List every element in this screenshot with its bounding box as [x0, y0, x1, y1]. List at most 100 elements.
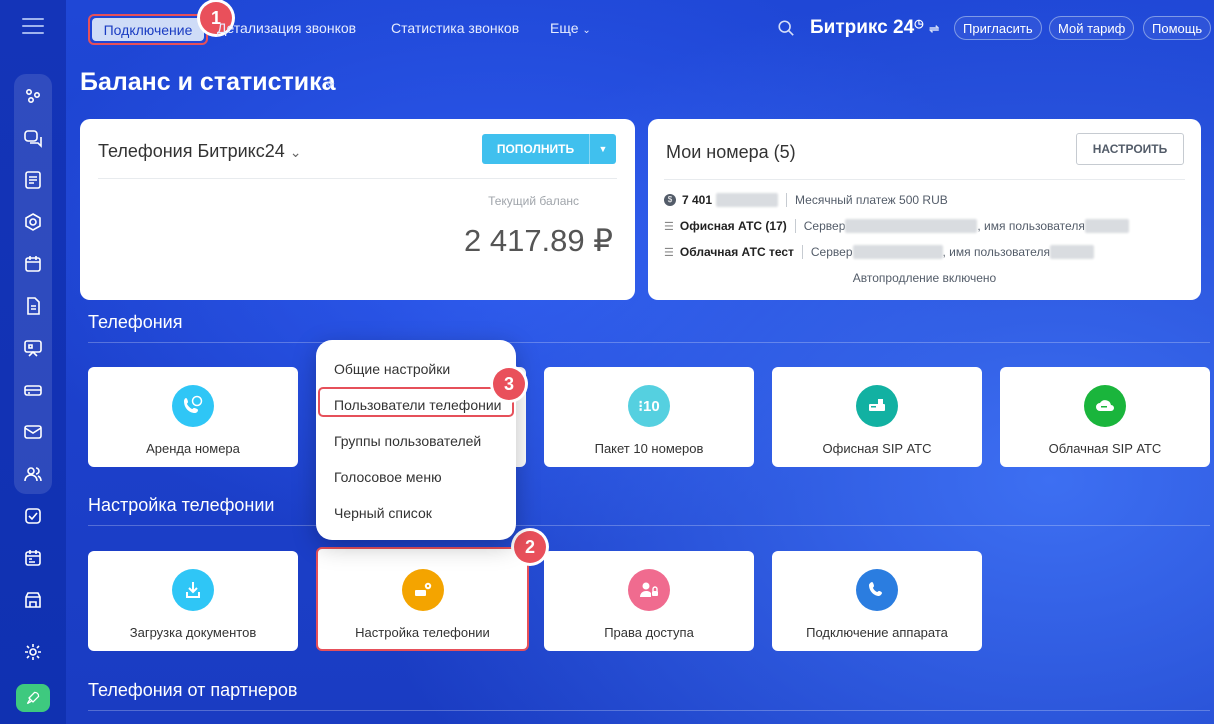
tile-label: Облачная SIP АТС: [1048, 441, 1162, 456]
section-divider: [88, 342, 1210, 343]
my-numbers-card: Мои номера (5) НАСТРОИТЬ $ 7 401 Месячны…: [648, 119, 1201, 300]
number-row-1-info: Месячный платеж 500 RUB: [795, 193, 948, 207]
coin-phone-icon: [172, 385, 214, 427]
menu-item-blacklist[interactable]: Черный список: [334, 505, 432, 521]
left-sidebar: [0, 0, 66, 724]
search-icon[interactable]: [777, 19, 795, 42]
tile-access-rights[interactable]: Права доступа: [544, 551, 754, 651]
dial-10-icon: ⁝10: [628, 385, 670, 427]
chat-icon[interactable]: [21, 126, 45, 150]
server-icon: ☰: [664, 246, 674, 259]
feed-icon[interactable]: [21, 84, 45, 108]
office-pbx-icon: [856, 385, 898, 427]
redacted-user: [1084, 219, 1129, 233]
clock-icon: ◷: [914, 18, 924, 30]
separator: [786, 193, 788, 207]
tab-call-stats[interactable]: Статистика звонков: [391, 20, 519, 36]
board-icon[interactable]: [21, 336, 45, 360]
number-row-1: $ 7 401 Месячный платеж 500 RUB: [664, 193, 948, 207]
redacted-user: [1049, 245, 1094, 259]
help-button[interactable]: Помощь: [1143, 16, 1212, 40]
dropdown-arrow-icon[interactable]: ▼: [590, 134, 616, 164]
number-row-2-user: , имя пользователя: [977, 219, 1085, 233]
pin-icon[interactable]: ✧: [324, 76, 336, 93]
menu-item-voice-menu[interactable]: Голосовое меню: [334, 469, 442, 485]
brand-logo[interactable]: Битрикс 24◷ ⇌: [810, 17, 939, 39]
topup-button[interactable]: ПОПОЛНИТЬ ▼: [482, 134, 616, 164]
tile-label: Подключение аппарата: [806, 625, 948, 640]
sliders-icon: ⇌: [929, 22, 940, 36]
server-icon: ☰: [664, 220, 674, 233]
phone-plug-icon: [856, 569, 898, 611]
number-row-3: ☰ Облачная АТС тест Сервер , имя пользов…: [664, 245, 1094, 259]
menu-item-general-settings[interactable]: Общие настройки: [334, 361, 450, 377]
my-numbers-title: Мои номера (5): [666, 142, 796, 162]
tile-rent-number[interactable]: Аренда номера: [88, 367, 298, 467]
crm-icon[interactable]: [21, 210, 45, 234]
tasks-icon[interactable]: [21, 504, 45, 528]
drive-icon[interactable]: [21, 378, 45, 402]
chevron-down-icon: ⌄: [582, 25, 591, 36]
contacts-icon[interactable]: [21, 462, 45, 486]
tile-label: Настройка телефонии: [355, 625, 490, 640]
tile-device-connection[interactable]: Подключение аппарата: [772, 551, 982, 651]
tab-more-label: Еще: [550, 20, 579, 36]
step-badge-2: 2: [514, 531, 546, 563]
redacted-server: [852, 245, 943, 259]
tile-label: Пакет 10 номеров: [594, 441, 704, 456]
menu-item-user-groups[interactable]: Группы пользователей: [334, 433, 481, 449]
tile-office-sip-pbx[interactable]: Офисная SIP АТС: [772, 367, 982, 467]
card-divider: [98, 178, 617, 179]
chevron-down-icon: ⌄: [289, 144, 302, 160]
settings-gear-icon[interactable]: [21, 640, 45, 664]
number-row-2-server: Сервер: [803, 219, 846, 233]
separator: [794, 219, 796, 233]
download-doc-icon: [172, 569, 214, 611]
rocket-icon[interactable]: [16, 684, 50, 712]
page-title: Баланс и статистика: [80, 68, 336, 96]
balance-label: Текущий баланс: [488, 194, 579, 208]
coin-icon: $: [664, 194, 676, 206]
telephony-balance-card: Телефония Битрикс24 ⌄ ПОПОЛНИТЬ ▼ Текущи…: [80, 119, 635, 300]
number-row-3-name: Облачная АТС тест: [679, 245, 794, 259]
store-icon[interactable]: [21, 588, 45, 612]
invite-button[interactable]: Пригласить: [954, 16, 1042, 40]
tab-more[interactable]: Еще ⌄: [550, 20, 591, 36]
pbx-settings-icon: [402, 569, 444, 611]
tile-inner: Настройка телефонии: [322, 553, 523, 645]
document-icon[interactable]: [21, 168, 45, 192]
step-badge-3: 3: [493, 368, 525, 400]
tile-cloud-sip-pbx[interactable]: Облачная SIP АТС: [1000, 367, 1210, 467]
redacted-number: [716, 193, 779, 207]
schedule-icon[interactable]: [21, 546, 45, 570]
section-partners: Телефония от партнеров: [88, 680, 298, 700]
topup-button-label: ПОПОЛНИТЬ: [482, 134, 590, 164]
section-telephony-settings: Настройка телефонии: [88, 495, 275, 515]
tab-call-details[interactable]: Детализация звонков: [217, 20, 356, 36]
configure-button[interactable]: НАСТРОИТЬ: [1076, 133, 1184, 165]
my-tariff-button[interactable]: Мой тариф: [1049, 16, 1135, 40]
section-divider: [88, 710, 1210, 711]
hamburger-menu-icon[interactable]: [22, 18, 44, 36]
settings-popup-menu: Общие настройки Пользователи телефонии Г…: [316, 340, 516, 540]
section-divider: [88, 525, 1210, 526]
tab-connect-label: Подключение: [92, 18, 204, 41]
tile-telephony-settings[interactable]: Настройка телефонии: [316, 547, 529, 651]
lock-user-icon: [628, 569, 670, 611]
telephony-card-title-text: Телефония Битрикс24: [98, 141, 285, 161]
tile-document-upload[interactable]: Загрузка документов: [88, 551, 298, 651]
menu-item-telephony-users[interactable]: Пользователи телефонии: [334, 397, 501, 413]
tile-label: Офисная SIP АТС: [822, 441, 932, 456]
cloud-pbx-icon: [1084, 385, 1126, 427]
mail-icon[interactable]: [21, 420, 45, 444]
telephony-card-title[interactable]: Телефония Битрикс24 ⌄: [98, 141, 302, 162]
tile-label: Аренда номера: [146, 441, 240, 456]
section-telephony: Телефония: [88, 312, 183, 332]
autorenew-status: Автопродление включено: [852, 271, 997, 285]
file-icon[interactable]: [21, 294, 45, 318]
tab-connect[interactable]: Подключение: [88, 14, 208, 45]
number-row-3-server: Сервер: [810, 245, 853, 259]
calendar-icon[interactable]: [21, 252, 45, 276]
tile-package-10[interactable]: ⁝10 Пакет 10 номеров: [544, 367, 754, 467]
tile-label: Права доступа: [604, 625, 694, 640]
